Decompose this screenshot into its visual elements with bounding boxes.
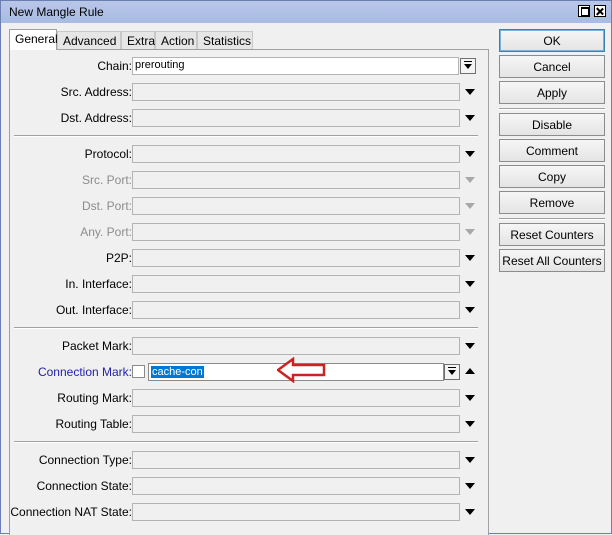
chain-value: prerouting	[135, 59, 185, 71]
packet-mark-row: Packet Mark:	[10, 337, 480, 355]
remove-button[interactable]: Remove	[499, 191, 605, 214]
connection-mark-dropdown-icon[interactable]	[444, 364, 460, 380]
dst-address-field[interactable]	[132, 109, 460, 127]
connection-nat-state-field[interactable]	[132, 503, 460, 521]
routing-mark-field[interactable]	[132, 389, 460, 407]
dst-address-label: Dst. Address:	[60, 111, 132, 125]
chain-dropdown-icon[interactable]	[460, 58, 476, 74]
chain-row: Chain: prerouting	[10, 57, 480, 75]
connection-state-field[interactable]	[132, 477, 460, 495]
connection-nat-state-dropdown-icon[interactable]	[465, 509, 475, 515]
connection-mark-row: Connection Mark: cache-con	[10, 363, 480, 381]
copy-button[interactable]: Copy	[499, 165, 605, 188]
out-interface-label: Out. Interface:	[55, 303, 132, 317]
src-address-field[interactable]	[132, 83, 460, 101]
annotation-arrow-icon	[277, 357, 326, 383]
comment-button[interactable]: Comment	[499, 139, 605, 162]
any-port-field	[132, 223, 460, 241]
in-interface-field[interactable]	[132, 275, 460, 293]
window-title: New Mangle Rule	[9, 5, 104, 19]
reset-all-counters-button[interactable]: Reset All Counters	[499, 249, 605, 272]
routing-mark-label: Routing Mark:	[57, 391, 132, 405]
connection-mark-negate-checkbox[interactable]	[132, 365, 145, 378]
routing-table-dropdown-icon[interactable]	[465, 421, 475, 427]
connection-state-dropdown-icon[interactable]	[465, 483, 475, 489]
routing-table-label: Routing Table:	[55, 417, 133, 431]
packet-mark-label: Packet Mark:	[61, 339, 132, 353]
out-interface-row: Out. Interface:	[10, 301, 480, 319]
in-interface-row: In. Interface:	[10, 275, 480, 293]
connection-nat-state-label: Connection NAT State:	[10, 505, 132, 519]
general-panel: Chain: prerouting Src. Address: Dst. Add…	[9, 49, 489, 535]
routing-table-row: Routing Table:	[10, 415, 480, 433]
connection-state-label: Connection State:	[36, 479, 132, 493]
dst-port-label: Dst. Port:	[81, 199, 132, 213]
connection-type-label: Connection Type:	[38, 453, 132, 467]
chain-label: Chain:	[97, 59, 132, 73]
separator	[14, 441, 478, 443]
disable-button[interactable]: Disable	[499, 113, 605, 136]
src-address-label: Src. Address:	[60, 85, 132, 99]
protocol-label: Protocol:	[84, 147, 132, 161]
out-interface-dropdown-icon[interactable]	[465, 307, 475, 313]
connection-type-row: Connection Type:	[10, 451, 480, 469]
src-port-row: Src. Port:	[10, 171, 480, 189]
apply-button[interactable]: Apply	[499, 81, 605, 104]
connection-type-field[interactable]	[132, 451, 460, 469]
any-port-row: Any. Port:	[10, 223, 480, 241]
separator	[14, 135, 478, 137]
packet-mark-dropdown-icon[interactable]	[465, 343, 475, 349]
button-separator	[499, 108, 605, 110]
dst-port-field	[132, 197, 460, 215]
tab-action[interactable]: Action	[155, 31, 197, 49]
p2p-row: P2P:	[10, 249, 480, 267]
dst-port-dropdown-icon	[465, 203, 475, 209]
in-interface-dropdown-icon[interactable]	[465, 281, 475, 287]
protocol-field[interactable]	[132, 145, 460, 163]
tab-general[interactable]: General	[9, 29, 58, 50]
src-port-field	[132, 171, 460, 189]
src-port-label: Src. Port:	[81, 173, 132, 187]
src-address-dropdown-icon[interactable]	[465, 89, 475, 95]
close-icon[interactable]	[594, 5, 606, 17]
cancel-button[interactable]: Cancel	[499, 55, 605, 78]
tab-advanced[interactable]: Advanced	[57, 31, 121, 49]
in-interface-label: In. Interface:	[65, 277, 132, 291]
chain-field[interactable]: prerouting	[132, 57, 459, 75]
p2p-label: P2P:	[105, 251, 132, 265]
connection-state-row: Connection State:	[10, 477, 480, 495]
protocol-dropdown-icon[interactable]	[465, 151, 475, 157]
any-port-label: Any. Port:	[80, 225, 132, 239]
connection-mark-label: Connection Mark:	[37, 365, 132, 379]
button-separator	[499, 218, 605, 220]
routing-table-field[interactable]	[132, 415, 460, 433]
p2p-dropdown-icon[interactable]	[465, 255, 475, 261]
out-interface-field[interactable]	[132, 301, 460, 319]
routing-mark-dropdown-icon[interactable]	[465, 395, 475, 401]
separator	[14, 327, 478, 329]
tab-extra[interactable]: Extra	[121, 31, 155, 49]
connection-type-dropdown-icon[interactable]	[465, 457, 475, 463]
dst-address-dropdown-icon[interactable]	[465, 115, 475, 121]
dst-address-row: Dst. Address:	[10, 109, 480, 127]
packet-mark-field[interactable]	[132, 337, 460, 355]
connection-mark-value: cache-con	[151, 366, 204, 378]
ok-button[interactable]: OK	[499, 29, 605, 52]
reset-counters-button[interactable]: Reset Counters	[499, 223, 605, 246]
tab-statistics[interactable]: Statistics	[197, 31, 253, 49]
src-address-row: Src. Address:	[10, 83, 480, 101]
any-port-dropdown-icon	[465, 229, 475, 235]
title-bar: New Mangle Rule	[1, 1, 611, 23]
dst-port-row: Dst. Port:	[10, 197, 480, 215]
collapse-arrow-icon[interactable]	[465, 368, 475, 374]
maximize-icon[interactable]	[578, 5, 590, 17]
p2p-field[interactable]	[132, 249, 460, 267]
mangle-rule-window: New Mangle Rule General Advanced Extra A…	[0, 0, 612, 535]
connection-nat-state-row: Connection NAT State:	[10, 503, 480, 521]
routing-mark-row: Routing Mark:	[10, 389, 480, 407]
src-port-dropdown-icon	[465, 177, 475, 183]
protocol-row: Protocol:	[10, 145, 480, 163]
